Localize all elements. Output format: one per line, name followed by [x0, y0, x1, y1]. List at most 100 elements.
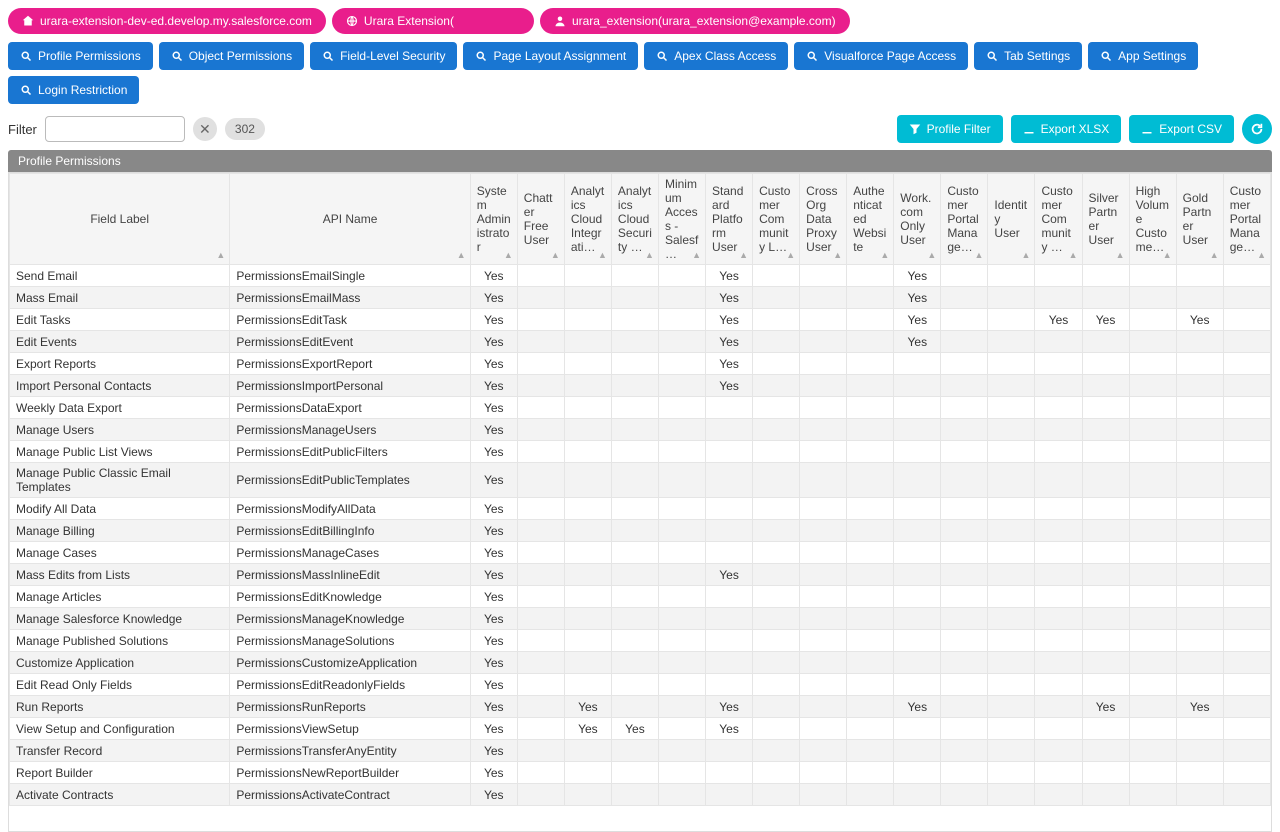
column-header[interactable]: Standard Platform User▲ — [706, 174, 753, 265]
nav-app-settings[interactable]: App Settings — [1088, 42, 1198, 70]
permission-cell — [800, 740, 847, 762]
field-label-cell: Manage Published Solutions — [10, 630, 230, 652]
nav-visualforce-page-access[interactable]: Visualforce Page Access — [794, 42, 968, 70]
column-header[interactable]: Customer Portal Manage…▲ — [1223, 174, 1270, 265]
permission-cell — [753, 608, 800, 630]
permission-cell — [1223, 586, 1270, 608]
domain-pill[interactable]: urara-extension-dev-ed.develop.my.salesf… — [8, 8, 326, 34]
permission-cell — [847, 740, 894, 762]
filter-input[interactable] — [45, 116, 185, 142]
permission-cell — [1176, 331, 1223, 353]
nav-object-permissions[interactable]: Object Permissions — [159, 42, 304, 70]
permission-cell — [611, 463, 658, 498]
column-header[interactable]: Work.com Only User▲ — [894, 174, 941, 265]
filter-row: Filter ✕ 302 Profile Filter Export XLSX … — [0, 108, 1280, 150]
api-name-cell: PermissionsRunReports — [230, 696, 470, 718]
nav-tab-settings[interactable]: Tab Settings — [974, 42, 1082, 70]
permission-cell — [753, 397, 800, 419]
column-header[interactable]: Gold Partner User▲ — [1176, 174, 1223, 265]
column-header[interactable]: Minimum Access - Salesf…▲ — [658, 174, 705, 265]
column-header[interactable]: Field Label▲ — [10, 174, 230, 265]
permission-cell — [753, 718, 800, 740]
column-header[interactable]: API Name▲ — [230, 174, 470, 265]
permission-cell — [706, 419, 753, 441]
permission-cell — [611, 520, 658, 542]
column-header[interactable]: Analytics Cloud Integrati…▲ — [564, 174, 611, 265]
permission-cell — [800, 265, 847, 287]
column-header[interactable]: Customer Portal Manage…▲ — [941, 174, 988, 265]
permission-cell — [1223, 375, 1270, 397]
permission-cell — [1129, 331, 1176, 353]
export-csv-button[interactable]: Export CSV — [1129, 115, 1234, 143]
table-row: Send EmailPermissionsEmailSingleYesYesYe… — [10, 265, 1271, 287]
column-header[interactable]: System Administrator▲ — [470, 174, 517, 265]
permission-cell — [564, 463, 611, 498]
permission-cell — [658, 498, 705, 520]
profile-filter-button[interactable]: Profile Filter — [897, 115, 1003, 143]
permission-cell — [753, 586, 800, 608]
user-pill[interactable]: urara_extension(urara_extension@example.… — [540, 8, 850, 34]
permission-cell — [1035, 718, 1082, 740]
permission-cell: Yes — [470, 397, 517, 419]
nav-field-level-security[interactable]: Field-Level Security — [310, 42, 457, 70]
api-name-cell: PermissionsTransferAnyEntity — [230, 740, 470, 762]
permission-cell — [564, 762, 611, 784]
permission-cell — [1035, 762, 1082, 784]
sort-icon: ▲ — [739, 250, 748, 260]
nav-profile-permissions[interactable]: Profile Permissions — [8, 42, 153, 70]
permission-cell — [753, 542, 800, 564]
nav-page-layout-assignment[interactable]: Page Layout Assignment — [463, 42, 638, 70]
column-header[interactable]: Authenticated Website▲ — [847, 174, 894, 265]
field-label-cell: Send Email — [10, 265, 230, 287]
permission-cell — [894, 419, 941, 441]
permission-cell: Yes — [564, 718, 611, 740]
column-header[interactable]: Analytics Cloud Security …▲ — [611, 174, 658, 265]
permission-cell — [706, 542, 753, 564]
column-header[interactable]: Chatter Free User▲ — [517, 174, 564, 265]
permission-cell — [753, 740, 800, 762]
nav-login-restriction[interactable]: Login Restriction — [8, 76, 139, 104]
column-header[interactable]: Cross Org Data Proxy User▲ — [800, 174, 847, 265]
permission-cell — [753, 419, 800, 441]
column-header[interactable]: Customer Community …▲ — [1035, 174, 1082, 265]
permission-cell — [941, 397, 988, 419]
permission-cell — [611, 441, 658, 463]
permission-cell — [800, 696, 847, 718]
permission-cell — [1223, 287, 1270, 309]
permission-cell — [988, 740, 1035, 762]
column-header[interactable]: Customer Community L…▲ — [753, 174, 800, 265]
permission-cell: Yes — [470, 674, 517, 696]
nav-apex-class-access[interactable]: Apex Class Access — [644, 42, 788, 70]
permission-cell — [1176, 564, 1223, 586]
api-name-cell: PermissionsManageCases — [230, 542, 470, 564]
domain-text: urara-extension-dev-ed.develop.my.salesf… — [40, 14, 312, 28]
table-row: Mass EmailPermissionsEmailMassYesYesYes — [10, 287, 1271, 309]
extension-pill[interactable]: Urara Extension( — [332, 8, 534, 34]
sort-icon: ▲ — [692, 250, 701, 260]
permission-cell — [658, 397, 705, 419]
table-row: Manage CasesPermissionsManageCasesYes — [10, 542, 1271, 564]
sort-icon: ▲ — [1022, 250, 1031, 260]
export-xlsx-button[interactable]: Export XLSX — [1011, 115, 1122, 143]
permission-cell — [1223, 397, 1270, 419]
permission-cell — [517, 542, 564, 564]
column-header[interactable]: Identity User▲ — [988, 174, 1035, 265]
permission-cell — [658, 564, 705, 586]
permission-cell — [1035, 652, 1082, 674]
permission-cell — [706, 520, 753, 542]
sort-icon: ▲ — [598, 250, 607, 260]
table-container[interactable]: Field Label▲API Name▲System Administrato… — [8, 172, 1272, 832]
permission-cell — [1129, 397, 1176, 419]
permission-cell — [564, 375, 611, 397]
permission-cell: Yes — [470, 498, 517, 520]
permission-cell — [1223, 696, 1270, 718]
column-header[interactable]: High Volume Custome…▲ — [1129, 174, 1176, 265]
permission-cell: Yes — [470, 419, 517, 441]
clear-filter-button[interactable]: ✕ — [193, 117, 217, 141]
column-header[interactable]: Silver Partner User▲ — [1082, 174, 1129, 265]
permission-cell — [658, 419, 705, 441]
permission-cell: Yes — [706, 287, 753, 309]
table-row: Modify All DataPermissionsModifyAllDataY… — [10, 498, 1271, 520]
refresh-button[interactable] — [1242, 114, 1272, 144]
sort-icon: ▲ — [1257, 250, 1266, 260]
